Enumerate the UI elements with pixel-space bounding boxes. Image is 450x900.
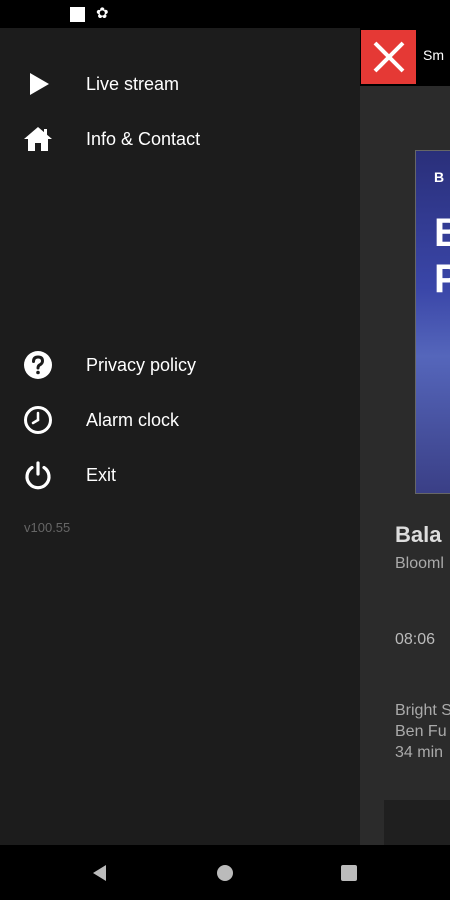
clock-icon [22, 404, 54, 436]
description-line: Bright S [395, 702, 450, 719]
menu-item-privacy-policy[interactable]: Privacy policy [0, 343, 360, 387]
episode-time: 08:06 [395, 631, 436, 648]
gear-icon: ✿ [96, 5, 109, 22]
menu-item-label: Live stream [86, 73, 180, 94]
menu-item-info-contact[interactable]: Info & Contact [0, 117, 360, 161]
main-content: Sm B B P Bala Blooml 08:06 Bright S Ben … [360, 28, 450, 845]
video-thumbnail[interactable]: B B P [415, 150, 450, 494]
system-nav-bar [0, 845, 450, 900]
play-icon [22, 68, 54, 100]
menu-item-live-stream[interactable]: Live stream [0, 62, 360, 106]
description-line: Ben Fu [395, 723, 447, 740]
close-button[interactable] [361, 30, 416, 84]
menu-item-label: Info & Contact [86, 128, 201, 149]
home-icon [22, 123, 54, 155]
episode-source: Blooml [395, 555, 444, 572]
home-button[interactable] [195, 845, 255, 900]
menu-item-label: Alarm clock [86, 409, 180, 430]
thumbnail-text: P [434, 257, 450, 302]
back-button[interactable] [70, 845, 130, 900]
menu-item-exit[interactable]: Exit [0, 453, 360, 497]
home-circle-icon [217, 864, 233, 881]
status-bar: ✿ [0, 0, 450, 28]
top-bar: Sm [360, 28, 450, 86]
menu-item-label: Exit [86, 464, 117, 485]
thumbnail-text: B [434, 211, 450, 256]
menu-item-label: Privacy policy [86, 354, 197, 375]
description-line: 34 min [395, 744, 444, 761]
recents-button[interactable] [319, 845, 379, 900]
navigation-drawer: Live stream Info & Contact Privacy polic… [0, 28, 360, 845]
menu-item-alarm-clock[interactable]: Alarm clock [0, 398, 360, 442]
close-icon [373, 41, 404, 73]
episode-description: Bright S Ben Fu 34 min [395, 700, 450, 763]
back-icon [93, 864, 106, 881]
recents-icon [341, 864, 357, 881]
next-card[interactable] [384, 800, 450, 845]
thumbnail-text: B [434, 169, 445, 185]
power-icon [22, 459, 54, 491]
app-version: v100.55 [24, 520, 71, 535]
square-icon [70, 7, 85, 22]
page-title: Sm [423, 47, 444, 63]
question-circle-icon [22, 349, 54, 381]
episode-title: Bala [395, 522, 442, 547]
